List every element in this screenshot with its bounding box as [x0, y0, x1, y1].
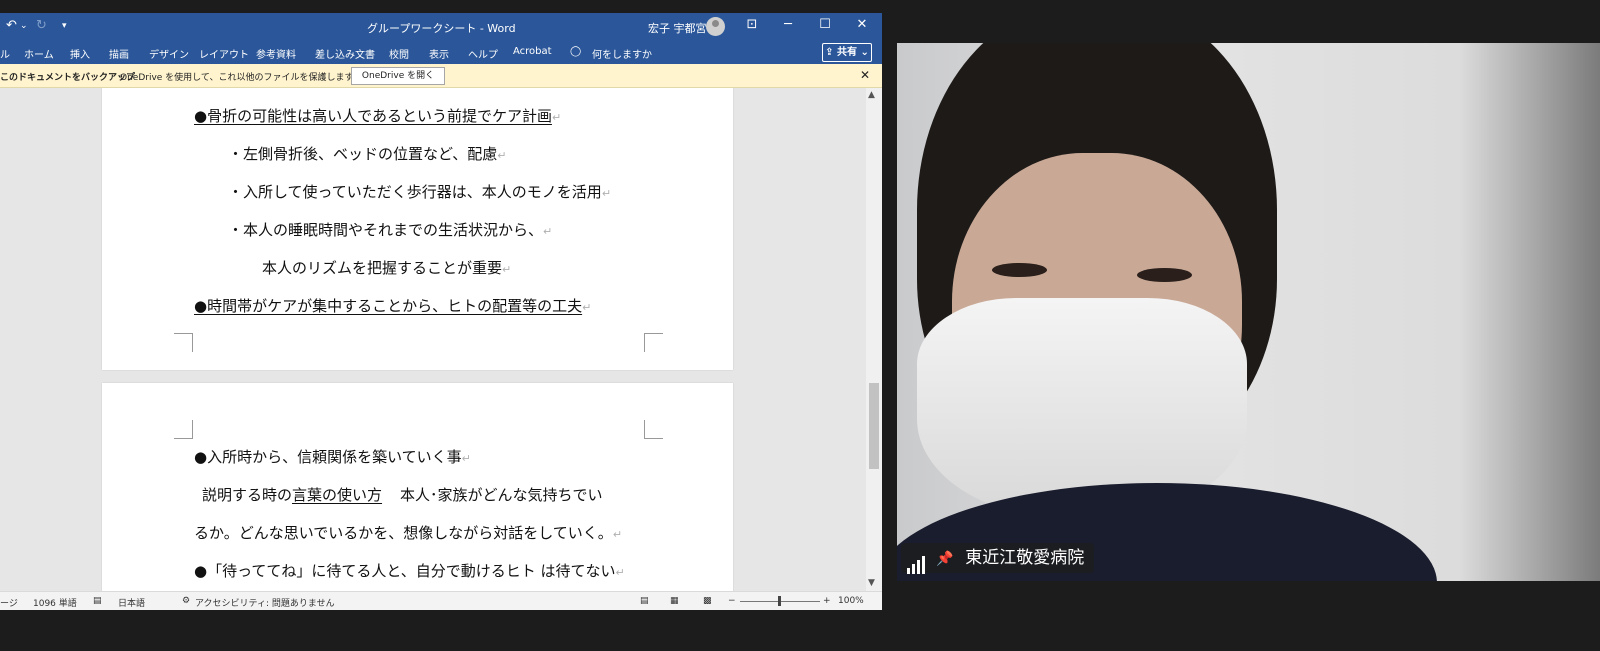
doc-line: ・本人の睡眠時間やそれまでの生活状況から、↵ [228, 221, 553, 239]
user-name[interactable]: 宏子 宇都宮 [648, 20, 707, 36]
document-page-2[interactable]: ●入所時から、信頼関係を築いていく事↵ 説明する時の言葉の使い方 本人･家族がどん… [102, 383, 733, 591]
share-button[interactable]: ⇪ 共有 ⌄ [822, 43, 872, 62]
tab-file[interactable]: ル [0, 46, 10, 61]
zoom-out-icon[interactable]: − [728, 596, 736, 606]
infobar-message: OneDrive を使用して、これ以他のファイルを保護します。 [120, 73, 362, 83]
tab-draw[interactable]: 描画 [109, 46, 129, 61]
accessibility-status[interactable]: アクセシビリティ: 問題ありません [195, 596, 335, 609]
tab-help[interactable]: ヘルプ [468, 46, 498, 61]
tab-insert[interactable]: 挿入 [70, 46, 90, 61]
document-page-1[interactable]: ●骨折の可能性は高い人であるという前提でケア計画↵ ・左側骨折後、ベッドの位置な… [102, 88, 733, 370]
doc-line: 説明する時の言葉の使い方 本人･家族がどんな気持ちでい [202, 486, 603, 504]
signal-strength-icon [907, 548, 927, 574]
web-layout-icon[interactable]: ▩ [703, 596, 712, 606]
minimize-icon[interactable]: ─ [778, 17, 798, 32]
proofing-icon[interactable]: ▤ [93, 596, 102, 606]
video-tile[interactable]: 📌 東近江敬愛病院 [897, 43, 1600, 581]
tab-acrobat[interactable]: Acrobat [513, 46, 552, 57]
tab-layout[interactable]: レイアウト [199, 46, 249, 61]
doc-line: 本人のリズムを把握することが重要↵ [262, 259, 512, 277]
scrollbar-thumb[interactable] [869, 383, 879, 469]
open-onedrive-button[interactable]: OneDrive を開く [351, 67, 445, 85]
tell-me-search[interactable]: 何をしますか [592, 46, 652, 61]
tab-mailings[interactable]: 差し込み文書 [315, 46, 375, 61]
doc-line: ●骨折の可能性は高い人であるという前提でケア計画↵ [194, 107, 562, 125]
tab-references[interactable]: 参考資料 [256, 46, 296, 61]
lightbulb-icon[interactable]: ◯ [570, 46, 581, 57]
infobar-title: このドキュメントをバックアップ [0, 73, 136, 83]
tab-review[interactable]: 校閲 [389, 46, 409, 61]
doc-line: ●「待っててね」に待てる人と、自分で動けるヒト は待てない↵ [194, 562, 625, 580]
participant-eye [1137, 268, 1192, 282]
tab-home[interactable]: ホーム [24, 46, 54, 61]
window-title: グループワークシート - Word [367, 22, 516, 35]
document-area[interactable]: ●骨折の可能性は高い人であるという前提でケア計画↵ ・左側骨折後、ベッドの位置な… [0, 88, 866, 591]
undo-icon[interactable]: ↶ [6, 18, 17, 33]
margin-corner-mark [174, 333, 193, 352]
doc-line: ・入所して使っていただく歩行器は、本人のモノを活用↵ [228, 183, 612, 201]
zoom-level[interactable]: 100% [838, 596, 864, 606]
ribbon-display-options-icon[interactable]: ⊡ [742, 17, 762, 32]
doc-line: ・左側骨折後、ベッドの位置など、配慮↵ [228, 145, 507, 163]
scroll-up-icon[interactable]: ▲ [868, 90, 875, 100]
status-bar: ージ 1096 単語 ▤ 日本語 ⚙ アクセシビリティ: 問題ありません ▤ ▦… [0, 591, 882, 610]
avatar[interactable] [706, 17, 725, 36]
close-icon[interactable]: ✕ [852, 17, 872, 32]
read-mode-icon[interactable]: ▤ [640, 596, 649, 606]
backup-info-bar: このドキュメントをバックアップ OneDrive を使用して、これ以他のファイル… [0, 64, 882, 88]
zoom-in-icon[interactable]: + [823, 596, 831, 606]
redo-icon[interactable]: ↻ [36, 18, 47, 33]
zoom-slider-handle[interactable] [778, 596, 781, 606]
doc-line: ●入所時から、信頼関係を築いていく事↵ [194, 448, 471, 466]
page-indicator[interactable]: ージ [0, 596, 18, 609]
vertical-scrollbar[interactable]: ▲ ▼ [866, 88, 882, 591]
customize-quick-access-icon[interactable]: ▾ [62, 21, 67, 31]
language[interactable]: 日本語 [118, 596, 145, 609]
scroll-down-icon[interactable]: ▼ [868, 578, 875, 588]
undo-dropdown-icon[interactable]: ⌄ [20, 21, 28, 31]
participant-name: 東近江敬愛病院 [965, 548, 1085, 568]
title-bar: ↶ ⌄ ↻ ▾ グループワークシート - Word 宏子 宇都宮 ⊡ ─ ☐ ✕ [0, 13, 882, 40]
pin-icon[interactable]: 📌 [936, 551, 953, 567]
margin-corner-mark [174, 420, 193, 439]
participant-eye [992, 263, 1047, 277]
maximize-icon[interactable]: ☐ [815, 17, 835, 32]
print-layout-icon[interactable]: ▦ [670, 596, 679, 606]
tab-view[interactable]: 表示 [429, 46, 449, 61]
infobar-close-icon[interactable]: ✕ [860, 68, 870, 82]
margin-corner-mark [644, 420, 663, 439]
accessibility-icon[interactable]: ⚙ [182, 596, 190, 606]
word-count[interactable]: 1096 単語 [33, 596, 77, 609]
tab-design[interactable]: デザイン [149, 46, 189, 61]
doc-line: るか。どんな思いでいるかを、想像しながら対話をしていく。↵ [194, 524, 623, 542]
doc-line: ●時間帯がケアが集中することから、ヒトの配置等の工夫↵ [194, 297, 592, 315]
word-window: ↶ ⌄ ↻ ▾ グループワークシート - Word 宏子 宇都宮 ⊡ ─ ☐ ✕… [0, 13, 882, 610]
ribbon-tabs: ル ホーム 挿入 描画 デザイン レイアウト 参考資料 差し込み文書 校閲 表示… [0, 40, 882, 64]
margin-corner-mark [644, 333, 663, 352]
participant-name-badge: 📌 東近江敬愛病院 [901, 543, 1095, 574]
